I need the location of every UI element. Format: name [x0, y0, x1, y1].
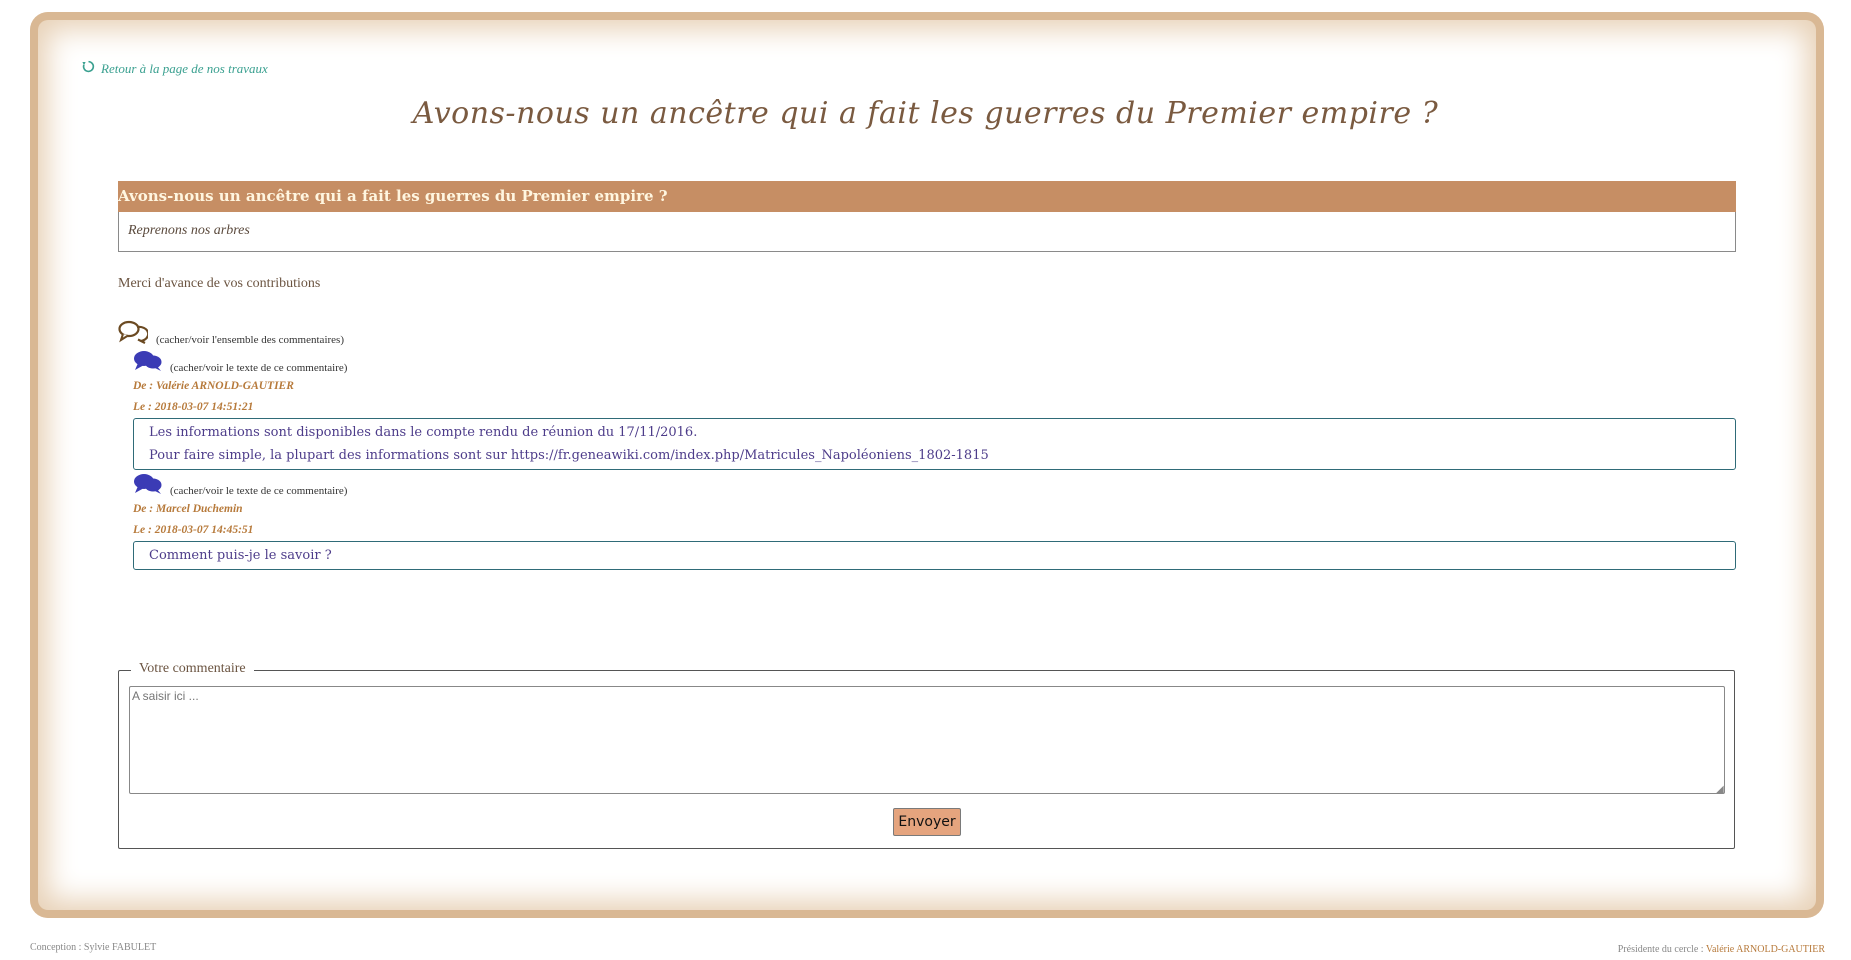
back-to-works-link[interactable]: Retour à la page de nos travaux [82, 60, 268, 77]
comment-bubble-icon [133, 473, 163, 499]
toggle-all-comments-label: (cacher/voir l'ensemble des commentaires… [156, 334, 344, 346]
comment-text-box: Comment puis-je le savoir ? [133, 541, 1736, 570]
toggle-comment-label: (cacher/voir le texte de ce commentaire) [170, 485, 348, 497]
article-subtitle: Reprenons nos arbres [118, 212, 1736, 252]
comment-text-line: Les informations sont disponibles dans l… [149, 425, 698, 440]
footer-president-name[interactable]: Valérie ARNOLD-GAUTIER [1706, 944, 1825, 955]
comment-text-line: Comment puis-je le savoir ? [149, 548, 332, 563]
footer-president-prefix: Présidente du cercle : [1617, 944, 1706, 955]
page-title: Avons-nous un ancêtre qui a fait les gue… [412, 96, 1439, 131]
comment-bubble-icon [133, 350, 163, 376]
toggle-all-comments[interactable]: (cacher/voir l'ensemble des commentaires… [118, 320, 344, 348]
comment-date: Le : 2018-03-07 14:45:51 [133, 524, 254, 536]
footer-president: Présidente du cercle : Valérie ARNOLD-GA… [1618, 944, 1825, 955]
comment-date: Le : 2018-03-07 14:51:21 [133, 401, 254, 413]
comment-text-box: Les informations sont disponibles dans l… [133, 418, 1736, 470]
toggle-comment-text[interactable]: (cacher/voir le texte de ce commentaire) [133, 473, 1736, 499]
comment-author: De : Valérie ARNOLD-GAUTIER [133, 380, 294, 392]
back-link-label: Retour à la page de nos travaux [101, 60, 268, 76]
comments-outline-icon [118, 320, 150, 348]
comment-item: (cacher/voir le texte de ce commentaire)… [133, 350, 1736, 470]
thanks-text: Merci d'avance de vos contributions [118, 276, 321, 291]
footer-credit: Conception : Sylvie FABULET [30, 942, 157, 953]
toggle-comment-text[interactable]: (cacher/voir le texte de ce commentaire) [133, 350, 1736, 376]
send-button[interactable]: Envoyer [893, 808, 961, 836]
comment-author: De : Marcel Duchemin [133, 503, 243, 515]
toggle-comment-label: (cacher/voir le texte de ce commentaire) [170, 362, 348, 374]
refresh-icon [82, 60, 95, 77]
article-title: Avons-nous un ancêtre qui a fait les gue… [118, 181, 1736, 212]
comment-form: Votre commentaire ◢ Envoyer [118, 661, 1735, 849]
comment-textarea[interactable] [129, 686, 1725, 794]
article-box: Avons-nous un ancêtre qui a fait les gue… [118, 181, 1736, 252]
comment-item: (cacher/voir le texte de ce commentaire)… [133, 473, 1736, 570]
resize-handle-icon[interactable]: ◢ [1716, 785, 1726, 795]
comment-form-legend: Votre commentaire [131, 661, 254, 677]
comment-text-line: Pour faire simple, la plupart des inform… [149, 448, 989, 463]
